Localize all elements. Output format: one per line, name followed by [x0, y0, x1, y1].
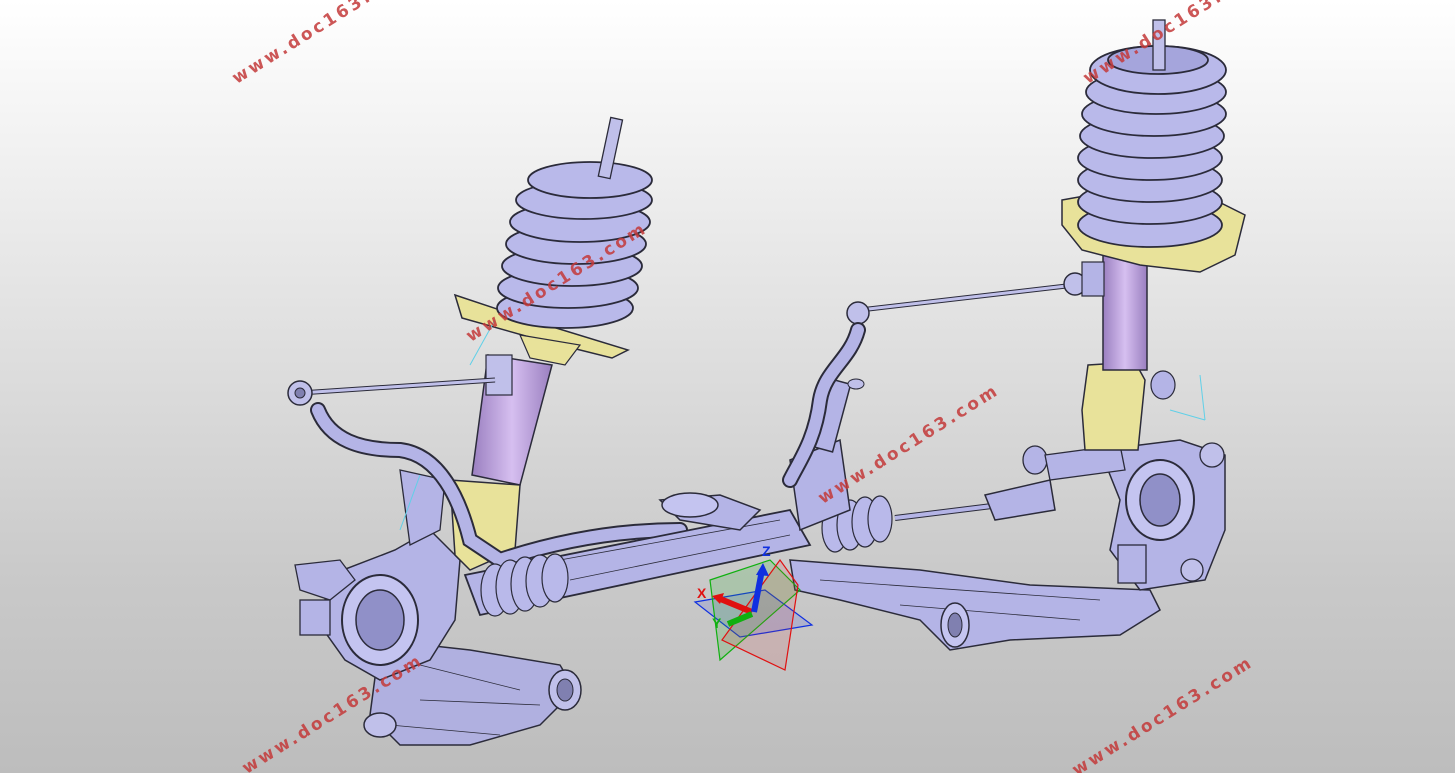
cad-3d-viewport[interactable]: X Y Z www.doc163.com www.doc163.com www.…: [0, 0, 1455, 773]
right-strut[interactable]: [1102, 254, 1148, 371]
left-knuckle[interactable]: [294, 469, 461, 681]
triad-x-label: X: [697, 585, 707, 601]
triad-y-label: Y: [712, 615, 722, 631]
tie-rod-right[interactable]: [894, 445, 1056, 521]
right-knuckle[interactable]: [1044, 439, 1226, 591]
right-lower-control-arm[interactable]: [789, 559, 1161, 651]
left-strut[interactable]: [471, 354, 553, 486]
triad-z-label: Z: [762, 543, 771, 559]
right-strut-clamp[interactable]: [1081, 361, 1146, 451]
stabilizer-link-left[interactable]: [287, 377, 496, 406]
